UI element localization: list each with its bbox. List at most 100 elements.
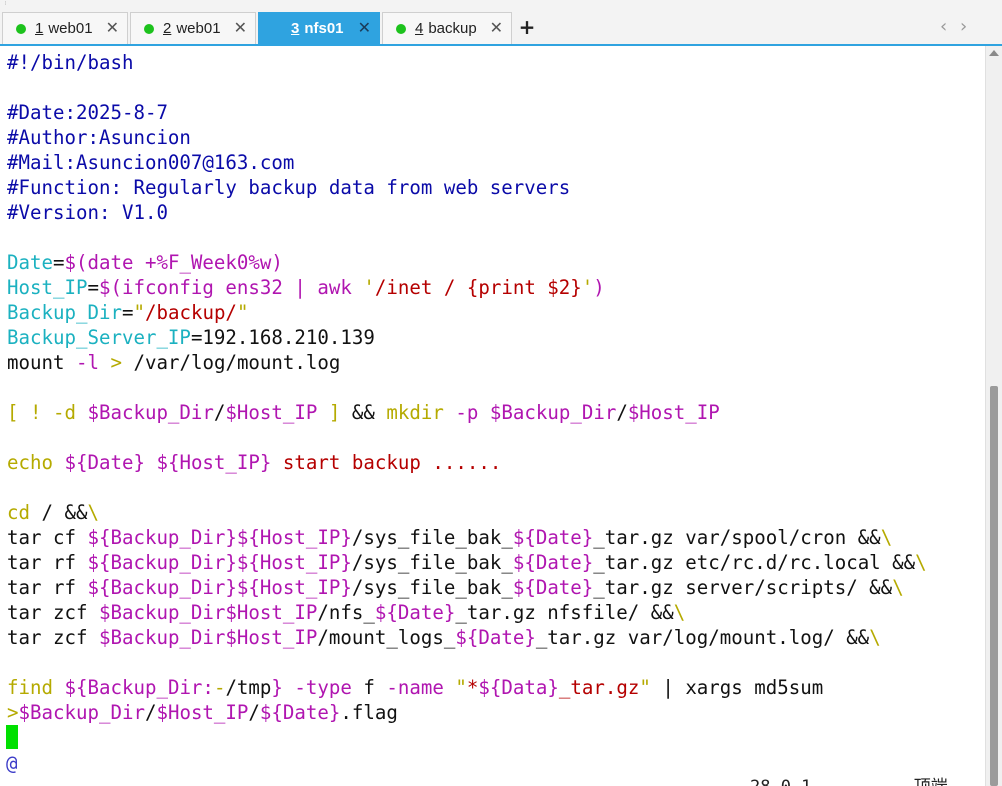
code-line: Backup_Server_IP=192.168.210.139 [7, 325, 375, 350]
chevron-left-icon[interactable]: ‹ [940, 16, 947, 37]
code-token: && [340, 401, 387, 424]
code-token: $Backup_Dir [98, 601, 226, 624]
code-token: #Date:2025-8-7 [7, 101, 168, 124]
tab-bar: ⋮ 1 web01 ✕ 2 web01 ✕ 3 nfs01 ✕ 4 backup ✕ +… [0, 0, 1002, 46]
code-token: ${Backup_Dir} [87, 526, 237, 549]
code-line: #Date:2025-8-7 [7, 100, 168, 125]
code-token: f [351, 676, 387, 699]
code-token: | xargs md5sum [650, 676, 824, 699]
code-line: #Function: Regularly backup data from we… [7, 175, 570, 200]
tab-1-web01[interactable]: 1 web01 ✕ [2, 12, 128, 44]
code-token: * [466, 676, 479, 699]
terminal-editor[interactable]: >$Backup_Dir/$Host_IP/${Date}.flag find $… [0, 46, 985, 786]
code-token: / && [30, 501, 88, 524]
code-line: mount -l > /var/log/mount.log [7, 350, 340, 375]
code-token: start backup ...... [271, 451, 502, 474]
code-token: =192.168.210.139 [190, 326, 375, 349]
code-token: mount [7, 351, 76, 374]
vim-status-line: 28,0-1 顶端 [750, 776, 948, 786]
code-token: find [7, 676, 53, 699]
code-line: find ${Backup_Dir:-/tmp} -type f -name "… [7, 675, 823, 700]
code-token: tar rf [7, 576, 88, 599]
code-token: _tar.gz var/log/mount.log/ && [535, 626, 870, 649]
tab-4-backup[interactable]: 4 backup ✕ [382, 12, 512, 44]
code-token: $Host_IP [225, 626, 318, 649]
code-line: #Author:Asuncion [7, 125, 191, 150]
code-token: ] [317, 401, 341, 424]
code-token: $(date +%F_Week0%w) [64, 251, 283, 274]
code-token: $(ifconfig ens32 | awk [98, 276, 364, 299]
code-token: = [87, 276, 99, 299]
code-token: ${Data} [478, 676, 559, 699]
code-token: $Backup_Dir [87, 401, 214, 424]
code-token: ${Backup_Dir} [87, 576, 237, 599]
code-token: #Version: V1.0 [7, 201, 168, 224]
code-token: _tar.gz server/scripts/ && [593, 576, 893, 599]
code-token: > [7, 701, 19, 724]
code-token: / [248, 701, 260, 724]
tab-3-nfs01[interactable]: 3 nfs01 ✕ [258, 12, 380, 44]
code-line: Host_IP=$(ifconfig ens32 | awk '/inet / … [7, 275, 605, 300]
drag-handle[interactable]: ⋮ [2, 0, 10, 10]
close-icon[interactable]: ✕ [490, 18, 503, 37]
code-token: > [110, 351, 122, 374]
code-token: /mount_logs_ [317, 626, 456, 649]
close-icon[interactable]: ✕ [358, 18, 371, 37]
chevron-right-icon[interactable]: › [960, 16, 967, 37]
code-line: #Version: V1.0 [7, 200, 168, 225]
code-token: _tar.gz var/spool/cron && [593, 526, 881, 549]
code-line: #Mail:Asuncion007@163.com [7, 150, 294, 175]
scroll-position: 顶端 [914, 777, 948, 786]
code-token: #!/bin/bash [7, 51, 134, 74]
code-line: echo ${Date} ${Host_IP} start backup ...… [7, 450, 501, 475]
scroll-up-icon[interactable] [989, 50, 999, 56]
code-token: tar rf [7, 551, 88, 574]
code-line: tar zcf $Backup_Dir$Host_IP/nfs_${Date}_… [7, 600, 685, 625]
close-icon[interactable]: ✕ [234, 18, 247, 37]
code-token: \ [892, 576, 904, 599]
code-token: \ [915, 551, 927, 574]
code-token: - [213, 676, 226, 699]
cursor-position: 28,0-1 [750, 777, 811, 786]
code-line: tar rf ${Backup_Dir}${Host_IP}/sys_file_… [7, 550, 927, 575]
code-token: ${Host_IP} [156, 451, 272, 474]
code-token: Backup_Server_IP [7, 326, 191, 349]
code-token: $Backup_Dir [98, 626, 226, 649]
code-line: cd / &&\ [7, 500, 99, 525]
code-token: _tar.gz [558, 676, 640, 699]
close-icon[interactable]: ✕ [106, 18, 119, 37]
code-token: $Host_IP [627, 401, 720, 424]
code-line: Backup_Dir="/backup/" [7, 300, 248, 325]
vertical-scrollbar[interactable] [985, 46, 1002, 786]
code-token: /sys_file_bak_ [351, 576, 513, 599]
code-token: ${Backup_Dir: [64, 676, 214, 699]
code-token: ${Date} [512, 576, 594, 599]
code-token: /nfs_ [317, 601, 375, 624]
code-token: " [236, 301, 249, 324]
scrollbar-thumb[interactable] [990, 386, 998, 786]
add-tab-button[interactable]: + [517, 16, 537, 40]
code-token: / [144, 701, 157, 724]
code-token: ${Date} [512, 526, 594, 549]
text-cursor [6, 725, 18, 749]
code-token: #Author:Asuncion [7, 126, 191, 149]
code-token: $Backup_Dir [489, 401, 617, 424]
code-token: _tar.gz etc/rc.d/rc.local && [593, 551, 916, 574]
tab-label: 2 web01 [163, 20, 221, 37]
terminal-window: ⋮ 1 web01 ✕ 2 web01 ✕ 3 nfs01 ✕ 4 backup ✕ +… [0, 0, 1002, 786]
tab-2-web01[interactable]: 2 web01 ✕ [130, 12, 256, 44]
code-token: ${Host_IP} [236, 551, 352, 574]
code-line: tar cf ${Backup_Dir}${Host_IP}/sys_file_… [7, 525, 892, 550]
code-token: ${Date} [512, 551, 594, 574]
code-token: cd [7, 501, 30, 524]
code-token: ) [593, 276, 605, 299]
code-token: Backup_Dir [7, 301, 122, 324]
code-token: [ ! -d [7, 401, 88, 424]
code-token: $Host_IP [156, 701, 249, 724]
